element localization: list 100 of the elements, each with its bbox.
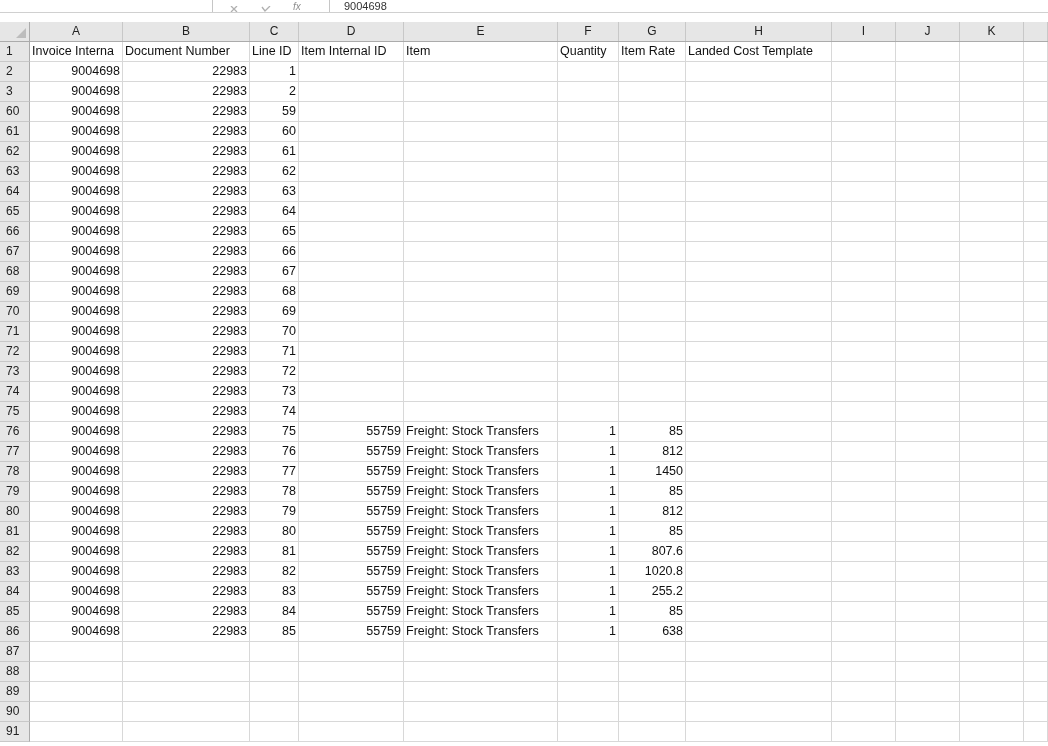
table-cell — [558, 142, 619, 162]
row-header[interactable]: 64 — [0, 182, 30, 202]
row-header[interactable]: 87 — [0, 642, 30, 662]
row-header[interactable]: 81 — [0, 522, 30, 542]
row-header[interactable]: 83 — [0, 562, 30, 582]
table-cell — [832, 182, 896, 202]
table-cell — [619, 402, 686, 422]
column-header[interactable]: C — [250, 22, 299, 41]
table-cell: 22983 — [123, 182, 250, 202]
table-cell: 1 — [558, 622, 619, 642]
row-header[interactable]: 73 — [0, 362, 30, 382]
row-header[interactable]: 66 — [0, 222, 30, 242]
table-cell: 9004698 — [30, 382, 123, 402]
row-header[interactable]: 76 — [0, 422, 30, 442]
table-cell — [896, 242, 960, 262]
row-header[interactable]: 77 — [0, 442, 30, 462]
table-cell: 1 — [558, 442, 619, 462]
table-cell — [558, 182, 619, 202]
table-cell — [832, 582, 896, 602]
row-header[interactable]: 63 — [0, 162, 30, 182]
formula-field[interactable]: 9004698 — [332, 0, 1048, 12]
table-cell — [558, 402, 619, 422]
table-cell: 85 — [619, 422, 686, 442]
table-cell — [619, 102, 686, 122]
table-cell: 22983 — [123, 402, 250, 422]
table-cell — [960, 622, 1024, 642]
column-header[interactable]: J — [896, 22, 960, 41]
table-cell — [832, 82, 896, 102]
table-cell: 55759 — [299, 442, 404, 462]
row-header[interactable]: 85 — [0, 602, 30, 622]
row-header[interactable]: 72 — [0, 342, 30, 362]
row-header[interactable]: 84 — [0, 582, 30, 602]
column-header[interactable]: I — [832, 22, 896, 41]
table-cell: 64 — [250, 202, 299, 222]
row-header[interactable]: 61 — [0, 122, 30, 142]
table-cell — [896, 462, 960, 482]
row-header[interactable]: 91 — [0, 722, 30, 742]
row-header[interactable]: 89 — [0, 682, 30, 702]
row-header[interactable]: 71 — [0, 322, 30, 342]
table-cell: 77 — [250, 462, 299, 482]
table-cell — [960, 422, 1024, 442]
table-cell — [619, 322, 686, 342]
table-cell — [1024, 322, 1048, 342]
row-header[interactable]: 62 — [0, 142, 30, 162]
row-header[interactable]: 78 — [0, 462, 30, 482]
table-cell — [832, 262, 896, 282]
table-cell — [558, 662, 619, 682]
row-header[interactable]: 70 — [0, 302, 30, 322]
table-cell — [832, 442, 896, 462]
table-cell: 22983 — [123, 502, 250, 522]
check-icon[interactable] — [261, 6, 271, 12]
table-cell — [960, 562, 1024, 582]
row-header[interactable]: 75 — [0, 402, 30, 422]
row-header[interactable]: 68 — [0, 262, 30, 282]
row-header[interactable]: 60 — [0, 102, 30, 122]
table-cell — [1024, 82, 1048, 102]
row-header[interactable]: 69 — [0, 282, 30, 302]
row-header[interactable]: 3 — [0, 82, 30, 102]
table-cell: Document Number — [123, 42, 250, 62]
row-header[interactable]: 67 — [0, 242, 30, 262]
table-cell: 638 — [619, 622, 686, 642]
table-cell — [558, 222, 619, 242]
column-header[interactable]: A — [30, 22, 123, 41]
table-cell: 1 — [558, 562, 619, 582]
table-cell: Line ID — [250, 42, 299, 62]
cancel-icon[interactable] — [229, 6, 239, 12]
row-header[interactable]: 82 — [0, 542, 30, 562]
table-cell: 22983 — [123, 102, 250, 122]
table-cell: 1 — [558, 502, 619, 522]
table-cell — [1024, 382, 1048, 402]
table-cell — [896, 62, 960, 82]
column-header[interactable]: G — [619, 22, 686, 41]
row-header[interactable]: 86 — [0, 622, 30, 642]
row-header[interactable]: 79 — [0, 482, 30, 502]
table-cell — [832, 122, 896, 142]
row-header[interactable]: 2 — [0, 62, 30, 82]
row-header[interactable]: 90 — [0, 702, 30, 722]
table-cell: 55759 — [299, 542, 404, 562]
table-cell — [832, 142, 896, 162]
table-cell — [1024, 662, 1048, 682]
table-cell — [619, 242, 686, 262]
table-cell — [1024, 462, 1048, 482]
row-header[interactable]: 80 — [0, 502, 30, 522]
table-cell — [619, 662, 686, 682]
row-header[interactable]: 65 — [0, 202, 30, 222]
row-header[interactable]: 88 — [0, 662, 30, 682]
column-header[interactable]: K — [960, 22, 1024, 41]
column-header[interactable]: E — [404, 22, 558, 41]
row-header[interactable]: 74 — [0, 382, 30, 402]
table-cell — [832, 482, 896, 502]
column-header[interactable]: D — [299, 22, 404, 41]
row-header[interactable]: 1 — [0, 42, 30, 62]
table-cell — [896, 382, 960, 402]
column-header[interactable]: B — [123, 22, 250, 41]
table-cell: 22983 — [123, 522, 250, 542]
table-cell — [619, 202, 686, 222]
table-cell — [619, 222, 686, 242]
column-header[interactable]: H — [686, 22, 832, 41]
table-cell: 84 — [250, 602, 299, 622]
column-header[interactable]: F — [558, 22, 619, 41]
